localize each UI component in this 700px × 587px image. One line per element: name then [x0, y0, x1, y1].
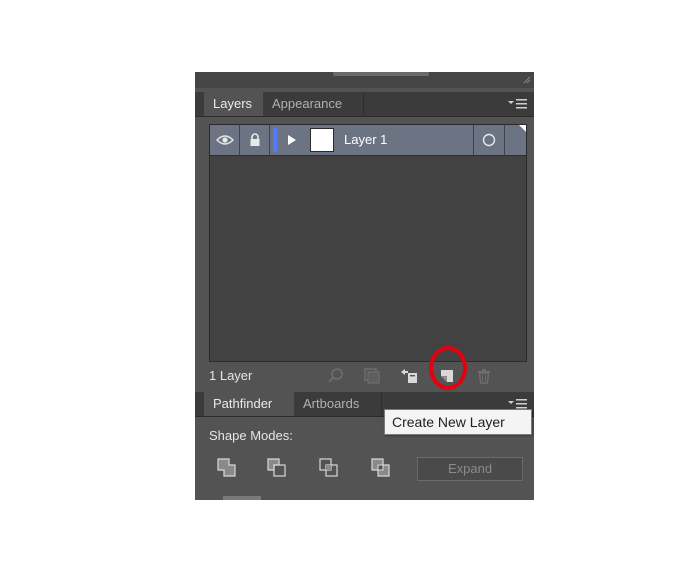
column-divider: [269, 125, 270, 155]
intersect-icon[interactable]: [318, 457, 340, 479]
visibility-toggle[interactable]: [210, 125, 239, 155]
delete-layer-icon[interactable]: [475, 367, 493, 385]
lock-icon: [250, 133, 259, 146]
layer-count: 1 Layer: [209, 368, 253, 383]
resize-grip-icon[interactable]: [523, 76, 531, 84]
minus-front-icon[interactable]: [266, 457, 288, 479]
make-clipping-mask-icon[interactable]: [363, 367, 381, 385]
layers-tab-bar: Layers Appearance: [195, 92, 534, 117]
shape-modes-label: Shape Modes:: [209, 428, 293, 443]
layer-row[interactable]: Layer 1: [210, 125, 526, 156]
create-sublayer-icon[interactable]: [400, 367, 418, 385]
exclude-icon[interactable]: [370, 457, 392, 479]
layer-name[interactable]: Layer 1: [344, 125, 387, 155]
tab-pathfinder[interactable]: Pathfinder: [204, 392, 294, 416]
dock-top-strip: [195, 72, 534, 88]
cut-off-pathfinders-label: [223, 496, 261, 500]
panel-dock: Layers Appearance Layer 1 1 Layer Pathfi…: [195, 72, 534, 500]
column-divider: [504, 125, 505, 155]
tab-artboards[interactable]: Artboards: [294, 392, 382, 416]
expand-button[interactable]: Expand: [417, 457, 523, 481]
locate-object-icon[interactable]: [327, 367, 345, 385]
create-new-layer-tooltip: Create New Layer: [384, 409, 532, 435]
dock-scrollbar[interactable]: [333, 72, 429, 76]
tab-appearance[interactable]: Appearance: [263, 92, 364, 116]
panel-menu-icon[interactable]: [508, 98, 528, 110]
tab-layers[interactable]: Layers: [204, 92, 263, 116]
expand-arrow-icon: [288, 135, 296, 145]
target-toggle[interactable]: [474, 125, 504, 155]
unite-icon[interactable]: [216, 457, 238, 479]
expand-toggle[interactable]: [282, 125, 302, 155]
target-circle-icon: [482, 133, 496, 147]
lock-toggle[interactable]: [240, 125, 269, 155]
layers-footer: 1 Layer: [195, 364, 534, 388]
layer-list: Layer 1: [209, 124, 527, 362]
layer-color-swatch: [273, 128, 277, 152]
eye-icon: [215, 135, 234, 145]
layer-thumbnail: [310, 128, 334, 152]
annotation-highlight-circle: [429, 346, 467, 390]
selection-corner-indicator: [519, 125, 526, 132]
